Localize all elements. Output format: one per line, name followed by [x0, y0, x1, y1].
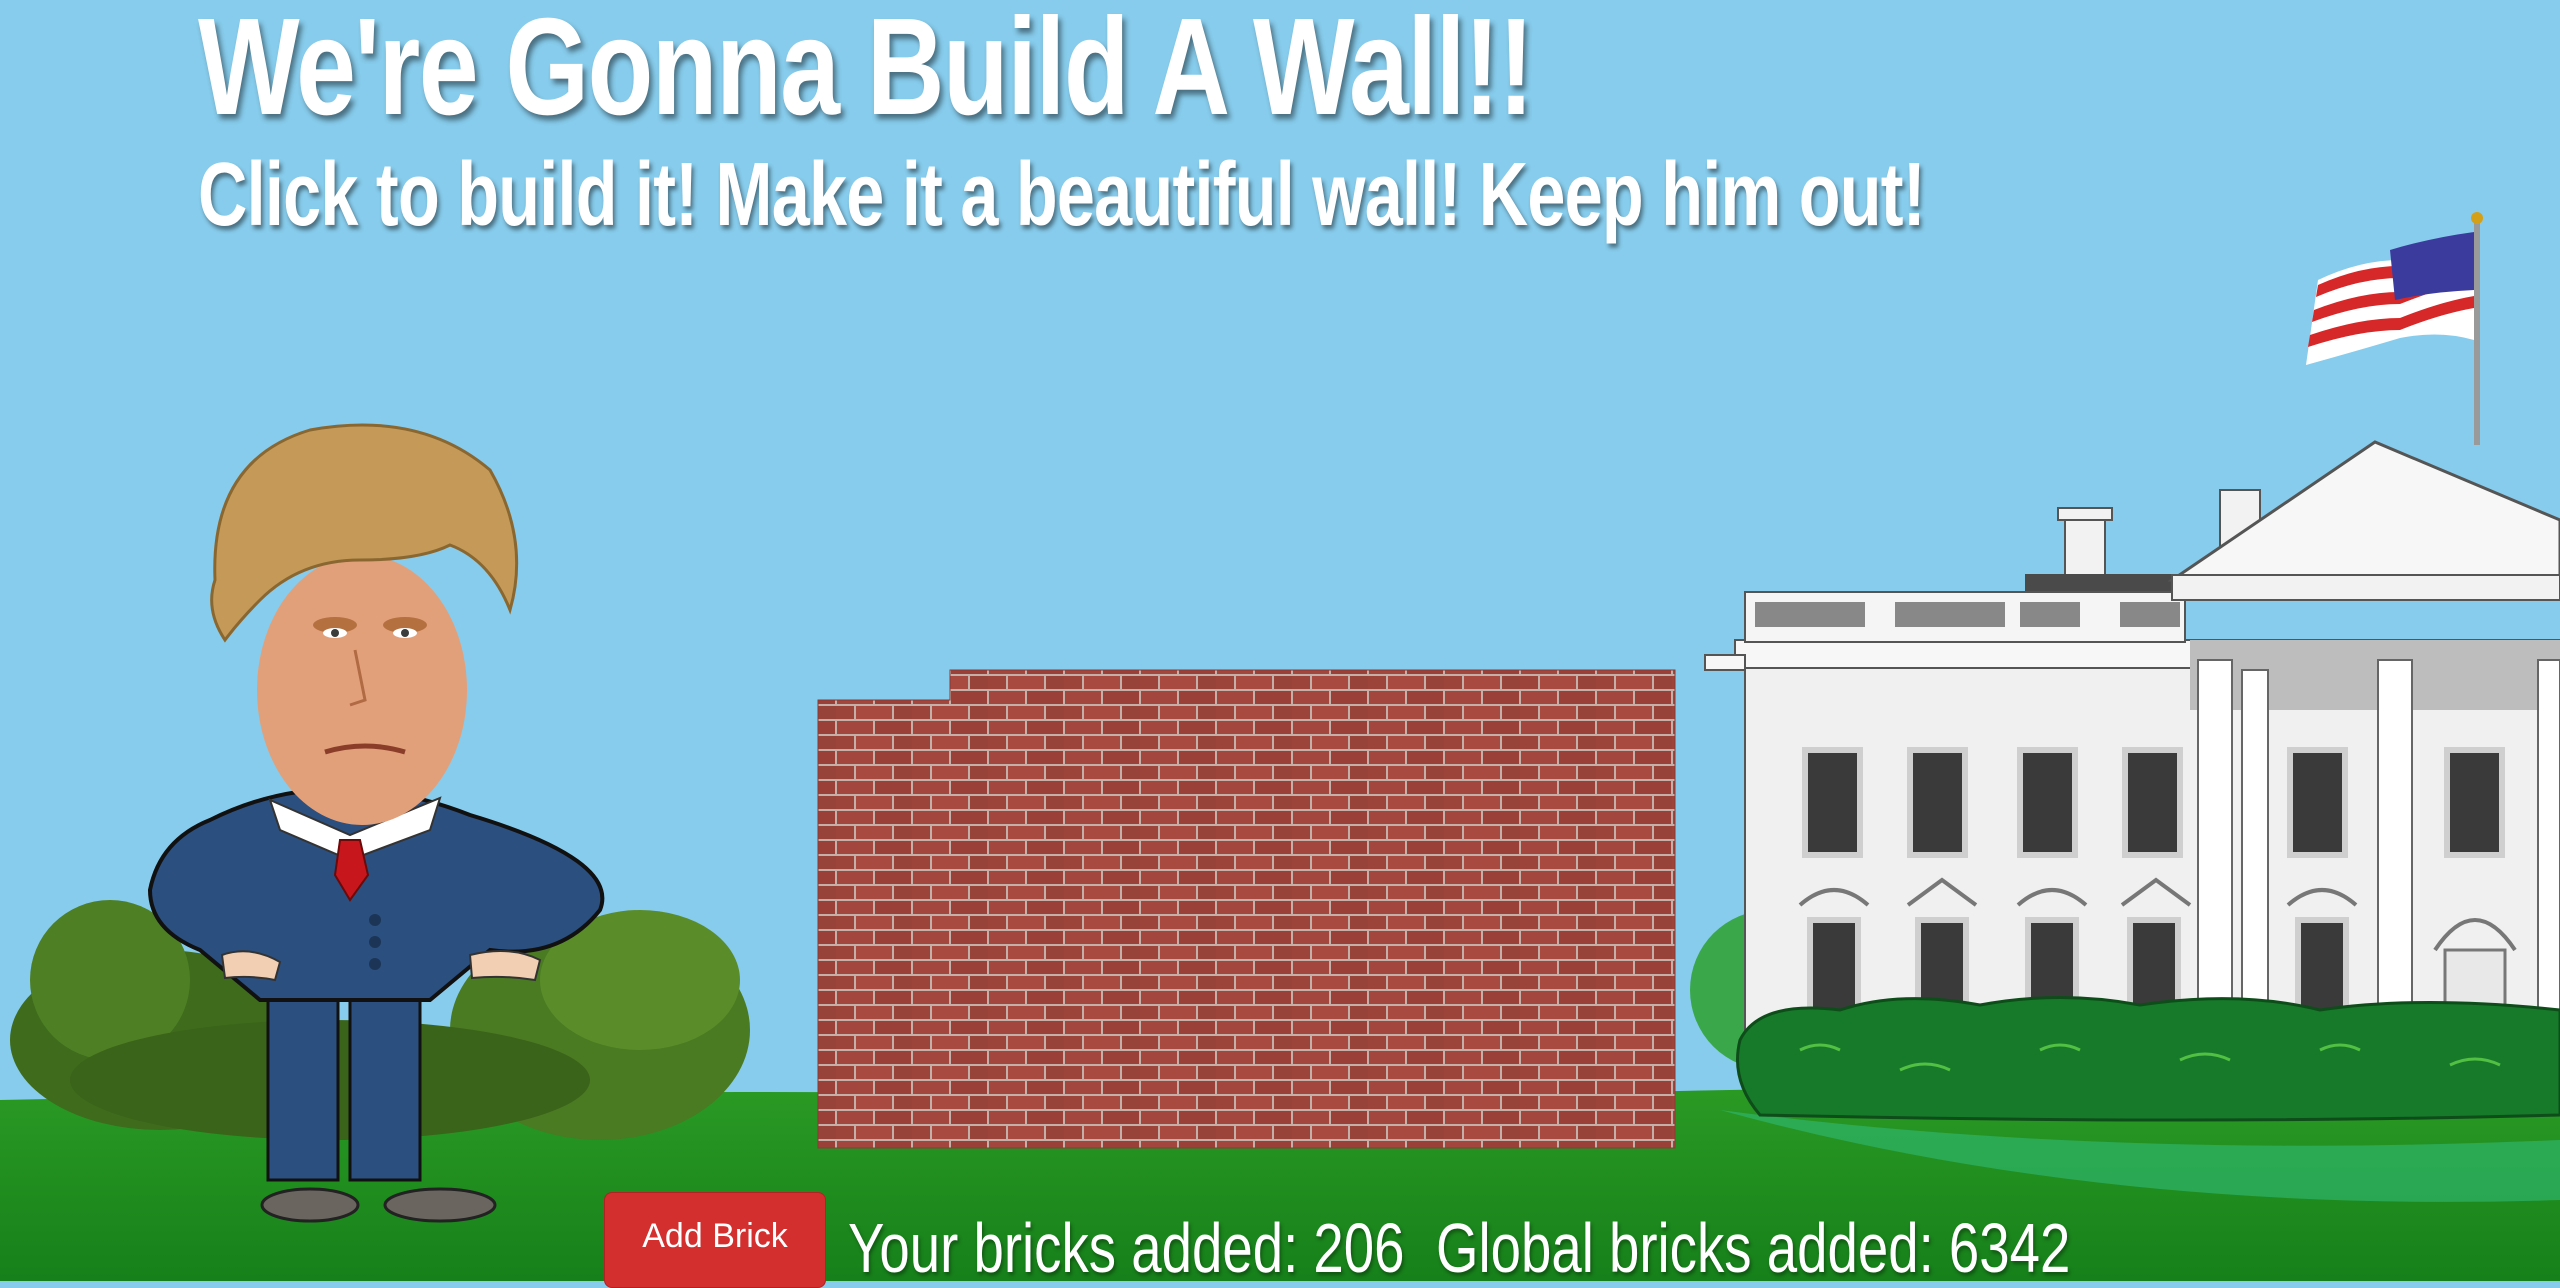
add-brick-button[interactable]: Add Brick	[604, 1192, 826, 1288]
page-title: We're Gonna Build A Wall!!	[198, 0, 1534, 144]
white-house	[1704, 212, 2560, 1122]
page-subtitle: Click to build it! Make it a beautiful w…	[198, 145, 1926, 245]
your-bricks-counter: Your bricks added: 206	[848, 1209, 1405, 1287]
global-bricks-counter: Global bricks added: 6342	[1436, 1209, 2071, 1287]
brick-wall	[817, 669, 1676, 1149]
us-flag-icon	[2306, 212, 2483, 445]
